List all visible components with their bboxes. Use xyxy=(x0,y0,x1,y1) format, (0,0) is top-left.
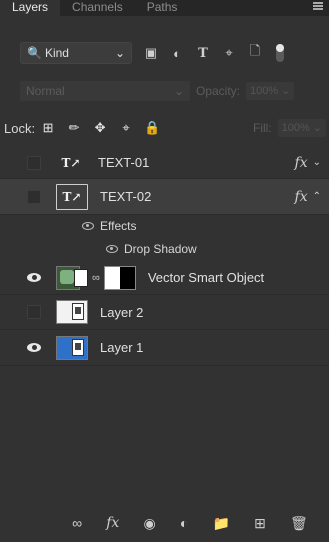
opacity-field[interactable]: 100% ⌄ xyxy=(246,82,295,100)
fill-field[interactable]: 100% ⌄ xyxy=(277,119,326,137)
lock-position-icon[interactable]: ✥ xyxy=(93,120,107,135)
chevron-down-icon: ⌄ xyxy=(114,46,125,60)
drop-shadow-row[interactable]: Drop Shadow xyxy=(0,237,329,261)
layer-name[interactable]: Layer 1 xyxy=(100,340,143,355)
eye-icon xyxy=(27,343,41,352)
lock-artboard-icon[interactable]: ⌖ xyxy=(119,120,133,135)
kind-label: Kind xyxy=(44,46,69,60)
delete-layer-icon[interactable]: 🗑 xyxy=(290,515,308,532)
chevron-down-icon: ⌄ xyxy=(312,122,322,134)
filter-toggle[interactable] xyxy=(276,44,284,62)
blend-mode-select[interactable]: Normal ⌄ xyxy=(20,81,190,101)
layers-bottom-bar: ∞ fx ◉ ◐ 📁 ⊞ 🗑 xyxy=(60,508,320,538)
panel-menu-icon[interactable] xyxy=(313,2,323,10)
type-layer-icon: T↗ xyxy=(56,183,88,210)
chevron-down-icon[interactable]: ⌄ xyxy=(313,157,321,168)
visibility-toggle[interactable] xyxy=(24,153,44,173)
fx-icon[interactable]: fx xyxy=(295,189,308,205)
layers-list: T↗ TEXT-01 fx ⌄ T↗ TEXT-02 fx ⌃ Effects … xyxy=(0,147,329,366)
layer-row-text-02[interactable]: T↗ TEXT-02 fx ⌃ xyxy=(0,179,329,215)
tab-paths[interactable]: Paths xyxy=(135,0,190,16)
new-layer-icon[interactable]: ⊞ xyxy=(254,515,266,532)
effects-row[interactable]: Effects xyxy=(0,215,329,237)
link-layers-icon[interactable]: ∞ xyxy=(72,515,82,531)
chevron-up-icon[interactable]: ⌃ xyxy=(313,191,321,202)
visibility-toggle[interactable] xyxy=(24,338,44,358)
opacity-value: 100% xyxy=(250,85,279,97)
eye-icon[interactable] xyxy=(106,245,118,253)
fill-value: 100% xyxy=(281,122,310,134)
layer-mask-thumbnail[interactable] xyxy=(103,265,136,290)
layer-row-text-01[interactable]: T↗ TEXT-01 fx ⌄ xyxy=(0,147,329,179)
panel-tabs: Layers Channels Paths xyxy=(0,0,329,16)
search-icon: 🔍 xyxy=(27,46,42,60)
type-layer-icon: T↗ xyxy=(61,155,81,170)
filter-row: 🔍 Kind ⌄ ▣ ◐ T ⌖ 🗋 xyxy=(20,41,316,65)
pixel-filter-icon[interactable]: ▣ xyxy=(144,45,158,60)
shape-filter-icon[interactable]: ⌖ xyxy=(222,45,236,60)
chevron-down-icon: ⌄ xyxy=(173,84,184,98)
layer-row-vector-smart-object[interactable]: ∞ Vector Smart Object xyxy=(0,261,329,295)
eye-icon xyxy=(27,273,41,282)
layer-name[interactable]: TEXT-01 xyxy=(98,155,149,170)
blend-row: Normal ⌄ Opacity: 100% ⌄ xyxy=(20,81,316,101)
lock-transparent-pixels-icon[interactable]: ⊞ xyxy=(41,120,55,135)
add-layer-style-icon[interactable]: fx xyxy=(106,515,119,531)
drop-shadow-label: Drop Shadow xyxy=(124,242,197,256)
opacity-label: Opacity: xyxy=(196,84,241,98)
blend-mode-value: Normal xyxy=(26,84,65,98)
smart-object-icon xyxy=(74,268,88,287)
filter-kind-select[interactable]: 🔍 Kind ⌄ xyxy=(20,42,132,64)
chevron-down-icon: ⌄ xyxy=(281,85,291,97)
eye-icon[interactable] xyxy=(82,222,94,230)
layer-thumbnail xyxy=(56,300,88,324)
layer-row-layer-1[interactable]: Layer 1 xyxy=(0,330,329,366)
layer-thumbnail xyxy=(56,335,88,360)
new-group-icon[interactable]: 📁 xyxy=(213,515,230,532)
lock-row: Lock: ⊞ ✏ ✥ ⌖ 🔒 Fill: 100% ⌄ xyxy=(4,118,326,138)
lock-all-icon[interactable]: 🔒 xyxy=(144,120,160,135)
visibility-toggle[interactable] xyxy=(24,268,44,288)
smart-object-icon xyxy=(72,303,84,320)
layer-name[interactable]: TEXT-02 xyxy=(100,189,151,204)
smart-object-filter-icon[interactable]: 🗋 xyxy=(248,43,262,60)
visibility-toggle[interactable] xyxy=(24,302,44,322)
lock-image-pixels-icon[interactable]: ✏ xyxy=(67,120,81,135)
link-icon[interactable]: ∞ xyxy=(92,272,100,284)
visibility-toggle[interactable] xyxy=(24,187,44,207)
fx-icon[interactable]: fx xyxy=(295,155,308,171)
fill-label: Fill: xyxy=(252,121,272,135)
tab-layers[interactable]: Layers xyxy=(0,0,61,16)
adjustment-filter-icon[interactable]: ◐ xyxy=(170,46,184,61)
type-filter-icon[interactable]: T xyxy=(196,46,210,61)
add-mask-icon[interactable]: ◉ xyxy=(143,515,155,532)
smart-object-icon xyxy=(72,338,84,356)
tab-channels[interactable]: Channels xyxy=(60,0,135,16)
adjustment-layer-icon[interactable]: ◐ xyxy=(180,515,188,531)
layer-name[interactable]: Vector Smart Object xyxy=(148,270,264,285)
layer-name[interactable]: Layer 2 xyxy=(100,305,143,320)
effects-label: Effects xyxy=(100,219,137,233)
lock-label: Lock: xyxy=(4,120,36,136)
layer-row-layer-2[interactable]: Layer 2 xyxy=(0,295,329,330)
